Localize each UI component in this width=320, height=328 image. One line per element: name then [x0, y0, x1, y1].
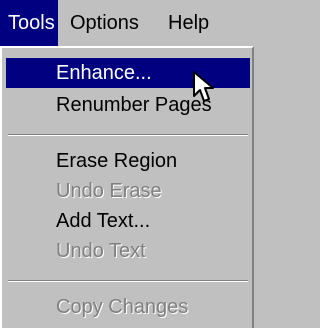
menu-item-add-text-label: Add Text...: [56, 210, 151, 232]
menu-separator: [8, 134, 248, 136]
menu-item-undo-erase: Undo Erase: [6, 176, 250, 206]
menu-item-copy-changes: Copy Changes: [6, 292, 250, 322]
menu-item-erase-region[interactable]: Erase Region: [6, 146, 250, 176]
menu-item-copy-changes-label: Copy Changes: [56, 296, 189, 318]
menu-item-enhance-label: Enhance...: [56, 62, 152, 84]
menu-item-erase-region-label: Erase Region: [56, 150, 178, 172]
menu-help[interactable]: Help: [160, 0, 217, 46]
menu-item-undo-text: Undo Text: [6, 236, 250, 266]
menu-separator: [8, 280, 248, 282]
menu-item-add-text[interactable]: Add Text...: [6, 206, 250, 236]
menu-options-label: Options: [70, 12, 139, 34]
menu-tools-label: Tools: [8, 12, 55, 34]
menu-bar: Tools Options Help: [0, 0, 262, 46]
menu-item-undo-erase-label: Undo Erase: [56, 180, 162, 202]
menu-tools[interactable]: Tools: [0, 0, 58, 46]
menu-item-undo-text-label: Undo Text: [56, 240, 146, 262]
menu-item-renumber-pages-label: Renumber Pages: [56, 94, 212, 116]
menu-help-label: Help: [168, 12, 210, 34]
menu-options[interactable]: Options: [62, 0, 147, 46]
mouse-cursor-icon: [193, 71, 214, 102]
